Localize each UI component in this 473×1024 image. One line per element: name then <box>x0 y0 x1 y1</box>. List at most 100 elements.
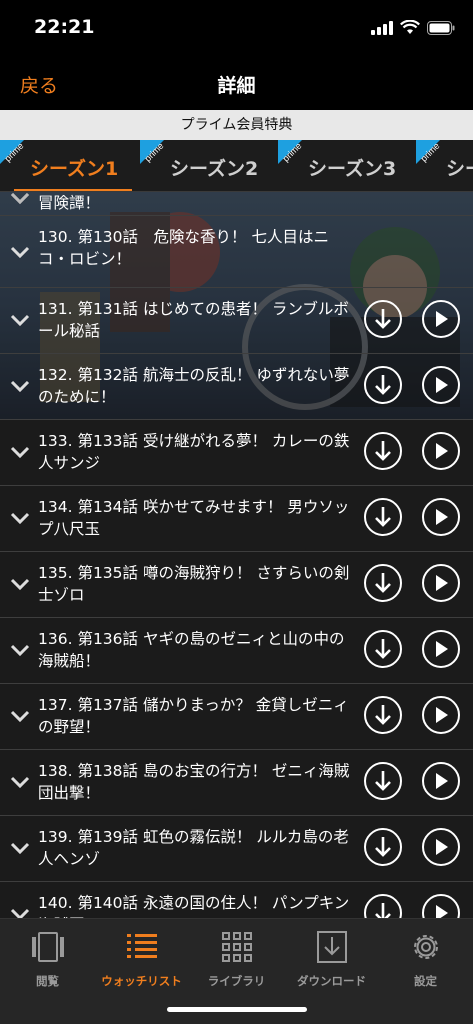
tab-label: ライブラリ <box>207 974 266 988</box>
season-tab-3[interactable]: prime シーズン3 <box>278 140 416 191</box>
download-arrow-icon <box>375 837 391 857</box>
episode-row[interactable]: 132. 第132話 航海士の反乱！ ゆずれない夢のために！ <box>0 354 473 420</box>
episode-row[interactable]: 139. 第139話 虹色の霧伝説！ ルルカ島の老人ヘンゾ <box>0 816 473 882</box>
download-arrow-icon <box>375 639 391 659</box>
download-icon <box>316 931 347 963</box>
tab-download[interactable]: ダウンロード <box>284 927 379 997</box>
episode-title: 134. 第134話 咲かせてみせます！ 男ウソップ八尺玉 <box>38 498 350 538</box>
episode-title: 138. 第138話 島のお宝の行方！ ゼニィ海賊団出撃！ <box>38 762 350 802</box>
play-button[interactable] <box>422 498 460 536</box>
play-button[interactable] <box>422 696 460 734</box>
play-icon <box>436 443 448 459</box>
tab-label: 設定 <box>414 974 437 988</box>
play-button[interactable] <box>422 432 460 470</box>
download-button[interactable] <box>364 498 402 536</box>
chevron-down-icon[interactable] <box>10 644 30 658</box>
play-icon <box>436 575 448 591</box>
download-arrow-icon <box>375 573 391 593</box>
play-button[interactable] <box>422 366 460 404</box>
download-arrow-icon <box>375 903 391 918</box>
tab-settings[interactable]: 設定 <box>378 927 473 997</box>
download-arrow-icon <box>375 309 391 329</box>
tab-watchlist[interactable]: ウォッチリスト <box>94 927 189 997</box>
chevron-down-icon[interactable] <box>10 446 30 460</box>
download-arrow-icon <box>375 375 391 395</box>
nav-bar: 戻る 詳細 <box>0 58 473 110</box>
season-tabs: prime シーズン1 prime シーズン2 prime シーズン3 prim… <box>0 140 473 192</box>
episode-row[interactable]: 133. 第133話 受け継がれる夢！ カレーの鉄人サンジ <box>0 420 473 486</box>
download-button[interactable] <box>364 564 402 602</box>
play-button[interactable] <box>422 828 460 866</box>
chevron-down-icon[interactable] <box>10 908 30 918</box>
season-tab-1[interactable]: prime シーズン1 <box>0 140 138 191</box>
episode-row[interactable]: 冒険譚！ <box>0 192 473 216</box>
download-button[interactable] <box>364 366 402 404</box>
prime-member-banner: プライム会員特典 <box>0 110 473 140</box>
status-bar: 22:21 <box>0 0 473 58</box>
chevron-down-icon[interactable] <box>10 776 30 790</box>
episode-title: 冒険譚！ <box>38 194 101 212</box>
episode-list[interactable]: 冒険譚！ 130. 第130話 危険な香り！ 七人目はニコ・ロビン！ 131. … <box>0 192 473 918</box>
signal-icon <box>371 20 393 35</box>
episode-row[interactable]: 137. 第137話 儲かりまっか？ 金貸しゼニィの野望！ <box>0 684 473 750</box>
home-indicator[interactable] <box>167 1007 307 1012</box>
tab-library[interactable]: ライブラリ <box>189 927 284 997</box>
episode-row[interactable]: 134. 第134話 咲かせてみせます！ 男ウソップ八尺玉 <box>0 486 473 552</box>
episode-title: 133. 第133話 受け継がれる夢！ カレーの鉄人サンジ <box>38 432 350 472</box>
play-button[interactable] <box>422 762 460 800</box>
download-button[interactable] <box>364 300 402 338</box>
season-tab-label: シーズン3 <box>308 158 397 180</box>
episode-row[interactable]: 135. 第135話 噂の海賊狩り！ さすらいの剣士ゾロ <box>0 552 473 618</box>
play-icon <box>436 377 448 393</box>
episode-title: 131. 第131話 はじめての患者！ ランブルボール秘話 <box>38 300 349 340</box>
download-arrow-icon <box>375 771 391 791</box>
play-button[interactable] <box>422 564 460 602</box>
play-icon <box>436 641 448 657</box>
status-icons <box>371 20 455 35</box>
settings-icon <box>413 935 438 959</box>
season-tab-label: シーズン1 <box>30 158 119 180</box>
download-button[interactable] <box>364 762 402 800</box>
play-button[interactable] <box>422 894 460 918</box>
episode-row[interactable]: 138. 第138話 島のお宝の行方！ ゼニィ海賊団出撃！ <box>0 750 473 816</box>
download-button[interactable] <box>364 432 402 470</box>
chevron-down-icon[interactable] <box>10 842 30 856</box>
episode-row[interactable]: 130. 第130話 危険な香り！ 七人目はニコ・ロビン！ <box>0 216 473 288</box>
episode-title: 137. 第137話 儲かりまっか？ 金貸しゼニィの野望！ <box>38 696 349 736</box>
chevron-down-icon[interactable] <box>10 192 30 206</box>
chevron-down-icon[interactable] <box>10 246 30 260</box>
download-button[interactable] <box>364 828 402 866</box>
episode-title: 140. 第140話 永遠の国の住人！ パンプキン海賊団 <box>38 894 350 918</box>
season-tab-label: シー <box>446 158 473 180</box>
chevron-down-icon[interactable] <box>10 710 30 724</box>
chevron-down-icon[interactable] <box>10 578 30 592</box>
play-button[interactable] <box>422 300 460 338</box>
download-arrow-icon <box>375 507 391 527</box>
episode-row[interactable]: 140. 第140話 永遠の国の住人！ パンプキン海賊団 <box>0 882 473 918</box>
tab-browse[interactable]: 閲覧 <box>0 927 95 997</box>
tab-label: ダウンロード <box>297 974 366 988</box>
browse-icon <box>31 932 64 962</box>
chevron-down-icon[interactable] <box>10 512 30 526</box>
watchlist-icon <box>126 934 157 958</box>
season-tab-4[interactable]: prime シー <box>416 140 473 191</box>
episode-row[interactable]: 131. 第131話 はじめての患者！ ランブルボール秘話 <box>0 288 473 354</box>
chevron-down-icon[interactable] <box>10 380 30 394</box>
episode-row[interactable]: 136. 第136話 ヤギの島のゼニィと山の中の海賊船！ <box>0 618 473 684</box>
chevron-down-icon[interactable] <box>10 314 30 328</box>
episode-title: 135. 第135話 噂の海賊狩り！ さすらいの剣士ゾロ <box>38 564 350 604</box>
play-icon <box>436 311 448 327</box>
episode-title: 130. 第130話 危険な香り！ 七人目はニコ・ロビン！ <box>38 228 329 268</box>
download-arrow-icon <box>375 441 391 461</box>
battery-icon <box>427 20 455 35</box>
play-button[interactable] <box>422 630 460 668</box>
download-button[interactable] <box>364 696 402 734</box>
download-button[interactable] <box>364 630 402 668</box>
page-title: 詳細 <box>217 75 256 97</box>
download-button[interactable] <box>364 894 402 918</box>
play-icon <box>436 707 448 723</box>
season-tab-2[interactable]: prime シーズン2 <box>140 140 278 191</box>
download-arrow-icon <box>375 705 391 725</box>
library-icon <box>221 932 252 962</box>
tab-label: 閲覧 <box>36 974 59 988</box>
